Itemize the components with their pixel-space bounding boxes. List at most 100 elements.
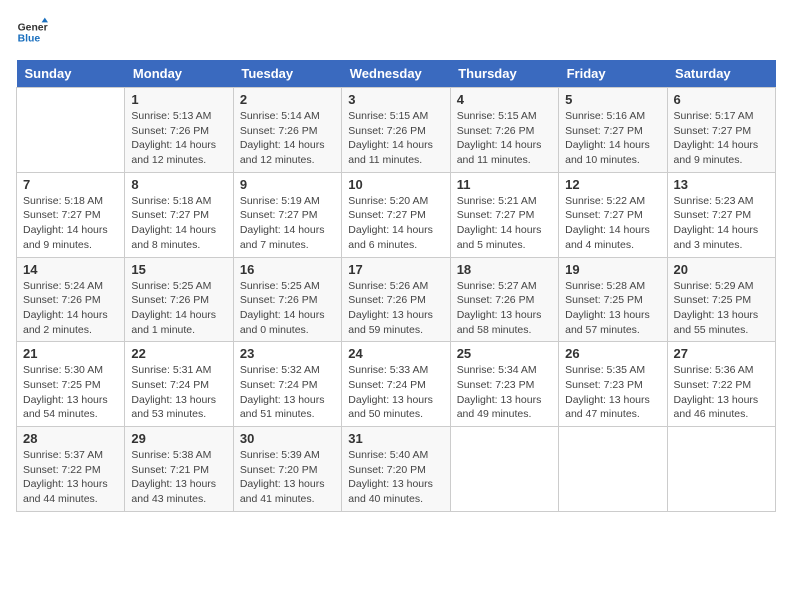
day-info: Sunrise: 5:27 AM Sunset: 7:26 PM Dayligh… <box>457 279 552 338</box>
day-info: Sunrise: 5:31 AM Sunset: 7:24 PM Dayligh… <box>131 363 226 422</box>
day-number: 20 <box>674 262 769 277</box>
day-info: Sunrise: 5:28 AM Sunset: 7:25 PM Dayligh… <box>565 279 660 338</box>
calendar-week-row: 21Sunrise: 5:30 AM Sunset: 7:25 PM Dayli… <box>17 342 776 427</box>
calendar-cell: 30Sunrise: 5:39 AM Sunset: 7:20 PM Dayli… <box>233 427 341 512</box>
day-info: Sunrise: 5:25 AM Sunset: 7:26 PM Dayligh… <box>240 279 335 338</box>
logo-icon: General Blue <box>16 16 48 48</box>
svg-text:General: General <box>18 22 48 33</box>
day-number: 28 <box>23 431 118 446</box>
day-info: Sunrise: 5:38 AM Sunset: 7:21 PM Dayligh… <box>131 448 226 507</box>
calendar-cell: 10 Sunrise: 5:20 AM Sunset: 7:27 PM Dayli… <box>342 172 450 257</box>
day-info: Sunrise: 5:25 AM Sunset: 7:26 PM Dayligh… <box>131 279 226 338</box>
day-number: 15 <box>131 262 226 277</box>
day-number: 10 <box>348 177 443 192</box>
calendar-cell: 2Sunrise: 5:14 AM Sunset: 7:26 PM Daylig… <box>233 88 341 173</box>
day-info: Sunrise: 5:26 AM Sunset: 7:26 PM Dayligh… <box>348 279 443 338</box>
calendar-cell: 19 Sunrise: 5:28 AM Sunset: 7:25 PM Dayli… <box>559 257 667 342</box>
day-number: 3 <box>348 92 443 107</box>
logo: General Blue <box>16 16 48 48</box>
weekday-header-tuesday: Tuesday <box>233 60 341 88</box>
day-info: Sunrise: 5:20 AM Sunset: 7:27 PM Dayligh… <box>348 194 443 253</box>
calendar-cell: 12 Sunrise: 5:22 AM Sunset: 7:27 PM Dayli… <box>559 172 667 257</box>
day-number: 25 <box>457 346 552 361</box>
day-number: 16 <box>240 262 335 277</box>
weekday-header-row: SundayMondayTuesdayWednesdayThursdayFrid… <box>17 60 776 88</box>
day-info: Sunrise: 5:33 AM Sunset: 7:24 PM Dayligh… <box>348 363 443 422</box>
calendar-week-row: 7 Sunrise: 5:18 AM Sunset: 7:27 PM Daylig… <box>17 172 776 257</box>
calendar-cell: 23 Sunrise: 5:32 AM Sunset: 7:24 PM Dayli… <box>233 342 341 427</box>
calendar-cell: 29Sunrise: 5:38 AM Sunset: 7:21 PM Dayli… <box>125 427 233 512</box>
calendar-table: SundayMondayTuesdayWednesdayThursdayFrid… <box>16 60 776 512</box>
day-number: 19 <box>565 262 660 277</box>
day-info: Sunrise: 5:34 AM Sunset: 7:23 PM Dayligh… <box>457 363 552 422</box>
day-number: 5 <box>565 92 660 107</box>
calendar-cell: 13Sunrise: 5:23 AM Sunset: 7:27 PM Dayli… <box>667 172 775 257</box>
calendar-cell: 4 Sunrise: 5:15 AM Sunset: 7:26 PM Daylig… <box>450 88 558 173</box>
calendar-cell: 31 Sunrise: 5:40 AM Sunset: 7:20 PM Dayli… <box>342 427 450 512</box>
day-info: Sunrise: 5:18 AM Sunset: 7:27 PM Dayligh… <box>23 194 118 253</box>
weekday-header-thursday: Thursday <box>450 60 558 88</box>
day-number: 22 <box>131 346 226 361</box>
day-info: Sunrise: 5:22 AM Sunset: 7:27 PM Dayligh… <box>565 194 660 253</box>
day-number: 14 <box>23 262 118 277</box>
calendar-cell <box>450 427 558 512</box>
weekday-header-monday: Monday <box>125 60 233 88</box>
day-info: Sunrise: 5:24 AM Sunset: 7:26 PM Dayligh… <box>23 279 118 338</box>
day-info: Sunrise: 5:36 AM Sunset: 7:22 PM Dayligh… <box>674 363 769 422</box>
calendar-cell: 11Sunrise: 5:21 AM Sunset: 7:27 PM Dayli… <box>450 172 558 257</box>
calendar-week-row: 14 Sunrise: 5:24 AM Sunset: 7:26 PM Dayli… <box>17 257 776 342</box>
weekday-header-saturday: Saturday <box>667 60 775 88</box>
calendar-cell: 7 Sunrise: 5:18 AM Sunset: 7:27 PM Daylig… <box>17 172 125 257</box>
calendar-cell <box>559 427 667 512</box>
calendar-cell: 15 Sunrise: 5:25 AM Sunset: 7:26 PM Dayli… <box>125 257 233 342</box>
day-number: 27 <box>674 346 769 361</box>
calendar-cell: 26Sunrise: 5:35 AM Sunset: 7:23 PM Dayli… <box>559 342 667 427</box>
day-number: 9 <box>240 177 335 192</box>
day-number: 6 <box>674 92 769 107</box>
day-info: Sunrise: 5:29 AM Sunset: 7:25 PM Dayligh… <box>674 279 769 338</box>
calendar-cell: 3 Sunrise: 5:15 AM Sunset: 7:26 PM Daylig… <box>342 88 450 173</box>
calendar-cell: 16 Sunrise: 5:25 AM Sunset: 7:26 PM Dayli… <box>233 257 341 342</box>
calendar-week-row: 28Sunrise: 5:37 AM Sunset: 7:22 PM Dayli… <box>17 427 776 512</box>
svg-text:Blue: Blue <box>18 34 41 45</box>
weekday-header-sunday: Sunday <box>17 60 125 88</box>
calendar-cell: 14 Sunrise: 5:24 AM Sunset: 7:26 PM Dayli… <box>17 257 125 342</box>
day-info: Sunrise: 5:40 AM Sunset: 7:20 PM Dayligh… <box>348 448 443 507</box>
calendar-cell: 1Sunrise: 5:13 AM Sunset: 7:26 PM Daylig… <box>125 88 233 173</box>
calendar-cell: 18 Sunrise: 5:27 AM Sunset: 7:26 PM Dayli… <box>450 257 558 342</box>
calendar-cell: 22 Sunrise: 5:31 AM Sunset: 7:24 PM Dayli… <box>125 342 233 427</box>
calendar-cell: 27 Sunrise: 5:36 AM Sunset: 7:22 PM Dayli… <box>667 342 775 427</box>
day-number: 1 <box>131 92 226 107</box>
day-number: 7 <box>23 177 118 192</box>
day-number: 12 <box>565 177 660 192</box>
calendar-cell: 21Sunrise: 5:30 AM Sunset: 7:25 PM Dayli… <box>17 342 125 427</box>
calendar-cell: 24 Sunrise: 5:33 AM Sunset: 7:24 PM Dayli… <box>342 342 450 427</box>
calendar-cell: 9 Sunrise: 5:19 AM Sunset: 7:27 PM Daylig… <box>233 172 341 257</box>
calendar-cell: 20 Sunrise: 5:29 AM Sunset: 7:25 PM Dayli… <box>667 257 775 342</box>
day-info: Sunrise: 5:23 AM Sunset: 7:27 PM Dayligh… <box>674 194 769 253</box>
day-info: Sunrise: 5:18 AM Sunset: 7:27 PM Dayligh… <box>131 194 226 253</box>
day-number: 30 <box>240 431 335 446</box>
day-number: 24 <box>348 346 443 361</box>
day-number: 31 <box>348 431 443 446</box>
day-info: Sunrise: 5:19 AM Sunset: 7:27 PM Dayligh… <box>240 194 335 253</box>
day-info: Sunrise: 5:16 AM Sunset: 7:27 PM Dayligh… <box>565 109 660 168</box>
day-number: 11 <box>457 177 552 192</box>
calendar-cell <box>17 88 125 173</box>
calendar-cell: 25 Sunrise: 5:34 AM Sunset: 7:23 PM Dayli… <box>450 342 558 427</box>
day-number: 8 <box>131 177 226 192</box>
day-info: Sunrise: 5:15 AM Sunset: 7:26 PM Dayligh… <box>348 109 443 168</box>
day-number: 21 <box>23 346 118 361</box>
calendar-cell <box>667 427 775 512</box>
calendar-cell: 6Sunrise: 5:17 AM Sunset: 7:27 PM Daylig… <box>667 88 775 173</box>
day-info: Sunrise: 5:15 AM Sunset: 7:26 PM Dayligh… <box>457 109 552 168</box>
day-number: 4 <box>457 92 552 107</box>
weekday-header-friday: Friday <box>559 60 667 88</box>
day-number: 26 <box>565 346 660 361</box>
day-number: 23 <box>240 346 335 361</box>
day-number: 18 <box>457 262 552 277</box>
calendar-cell: 5 Sunrise: 5:16 AM Sunset: 7:27 PM Daylig… <box>559 88 667 173</box>
day-info: Sunrise: 5:32 AM Sunset: 7:24 PM Dayligh… <box>240 363 335 422</box>
calendar-cell: 17Sunrise: 5:26 AM Sunset: 7:26 PM Dayli… <box>342 257 450 342</box>
day-number: 2 <box>240 92 335 107</box>
